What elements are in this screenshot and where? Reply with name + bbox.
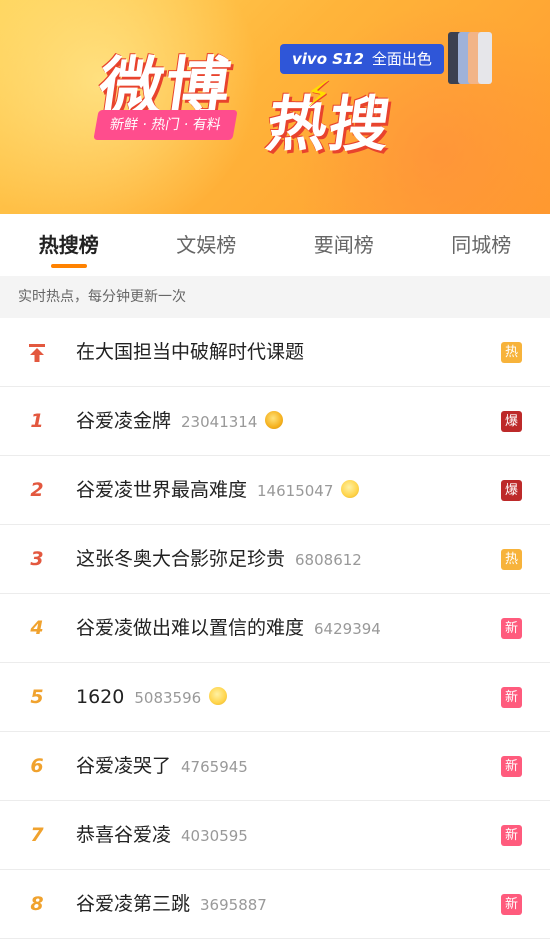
list-item[interactable]: 4 谷爱凌做出难以置信的难度 6429394 新 — [0, 594, 550, 663]
list-item[interactable]: 3 这张冬奥大合影弥足珍贵 6808612 热 — [0, 525, 550, 594]
item-count: 3695887 — [200, 896, 267, 914]
item-count: 5083596 — [134, 689, 201, 707]
crying-face-icon — [341, 480, 359, 498]
rank-number: 5 — [22, 663, 52, 732]
list-item[interactable]: 2 谷爱凌世界最高难度 14615047 爆 — [0, 456, 550, 525]
new-badge: 新 — [501, 756, 522, 777]
ad-text: 全面出色 — [372, 50, 432, 68]
new-badge: 新 — [501, 687, 522, 708]
item-title: 在大国担当中破解时代课题 — [76, 341, 304, 363]
hot-badge: 热 — [501, 549, 522, 570]
list-item[interactable]: 1 谷爱凌金牌 23041314 爆 — [0, 387, 550, 456]
new-badge: 新 — [501, 825, 522, 846]
item-title: 谷爱凌第三跳 — [76, 893, 190, 915]
rank-number: 8 — [22, 870, 52, 939]
item-title: 谷爱凌世界最高难度 — [76, 479, 247, 501]
hot-search-banner: 微博 热搜 ⚡ 新鲜 · 热门 · 有料 vivo S12全面出色 — [0, 0, 550, 214]
rank-number: 2 — [22, 456, 52, 525]
lightning-icon: ⚡ — [306, 74, 331, 115]
list-item[interactable]: 6 谷爱凌哭了 4765945 新 — [0, 732, 550, 801]
list-item[interactable]: 8 谷爱凌第三跳 3695887 新 — [0, 870, 550, 939]
item-title: 谷爱凌做出难以置信的难度 — [76, 617, 304, 639]
banner-tagline: 新鲜 · 热门 · 有料 — [93, 110, 237, 140]
tab-local[interactable]: 同城榜 — [413, 214, 550, 276]
item-count: 23041314 — [181, 413, 257, 431]
boom-badge: 爆 — [501, 480, 522, 501]
crying-face-icon — [209, 687, 227, 705]
tab-news[interactable]: 要闻榜 — [275, 214, 413, 276]
item-title: 1620 — [76, 686, 124, 708]
item-title: 恭喜谷爱凌 — [76, 824, 171, 846]
list-item[interactable]: 7 恭喜谷爱凌 4030595 新 — [0, 801, 550, 870]
item-title: 这张冬奥大合影弥足珍贵 — [76, 548, 285, 570]
tab-entertainment[interactable]: 文娱榜 — [138, 214, 276, 276]
item-count: 4030595 — [181, 827, 248, 845]
update-notice: 实时热点，每分钟更新一次 — [0, 276, 550, 318]
item-count: 6808612 — [295, 551, 362, 569]
phone-product-image — [448, 32, 490, 84]
rank-number: 3 — [22, 525, 52, 594]
item-count: 4765945 — [181, 758, 248, 776]
sponsor-ad-badge[interactable]: vivo S12 全面出色 — [280, 44, 444, 74]
item-count: 6429394 — [314, 620, 381, 638]
rank-number: 7 — [22, 801, 52, 870]
new-badge: 新 — [501, 894, 522, 915]
ranking-tabs: 热搜榜 文娱榜 要闻榜 同城榜 — [0, 214, 550, 276]
list-item[interactable]: 5 1620 5083596 新 — [0, 663, 550, 732]
boom-badge: 爆 — [501, 411, 522, 432]
new-badge: 新 — [501, 618, 522, 639]
pin-top-icon — [26, 342, 48, 364]
medal-icon — [265, 411, 283, 429]
hot-search-list: 在大国担当中破解时代课题 热 1 谷爱凌金牌 23041314 爆 2 谷爱凌世界… — [0, 318, 550, 939]
tab-hot-search[interactable]: 热搜榜 — [0, 214, 138, 276]
item-title: 谷爱凌哭了 — [76, 755, 171, 777]
item-title: 谷爱凌金牌 — [76, 410, 171, 432]
hot-badge: 热 — [501, 342, 522, 363]
item-count: 14615047 — [257, 482, 333, 500]
rank-number: 4 — [22, 594, 52, 663]
rank-number: 1 — [22, 387, 52, 456]
rank-number: 6 — [22, 732, 52, 801]
list-item[interactable]: 在大国担当中破解时代课题 热 — [0, 318, 550, 387]
ad-brand: vivo S12 — [292, 50, 364, 68]
